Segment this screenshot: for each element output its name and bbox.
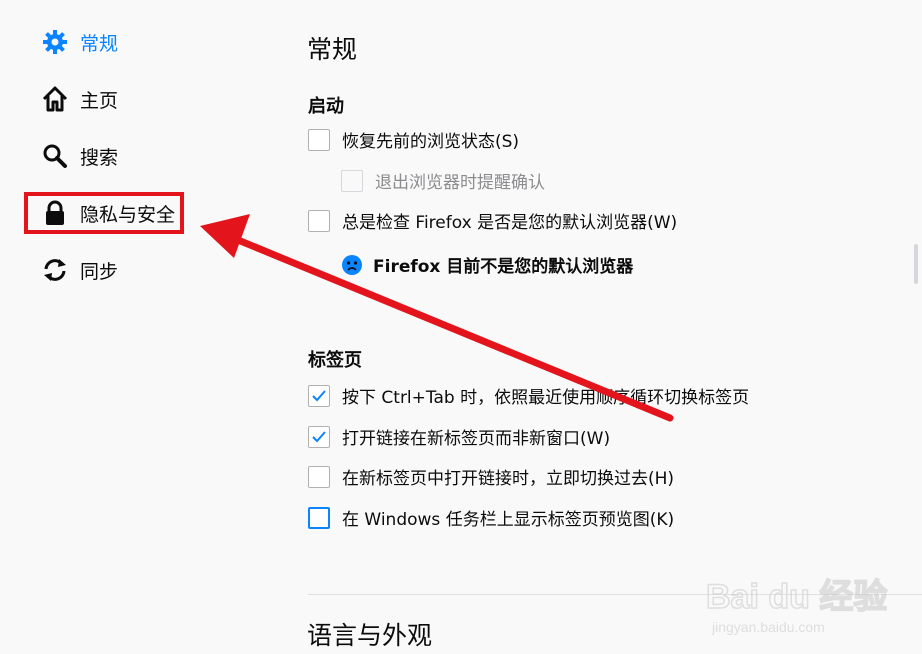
language-appearance-heading: 语言与外观 (307, 621, 433, 650)
warn-on-quit-checkbox[interactable] (341, 169, 363, 192)
sidebar-item-label: 搜索 (80, 146, 119, 169)
sidebar-item-sync[interactable]: 同步 (40, 253, 118, 287)
check-default-label: 总是检查 Firefox 是否是您的默认浏览器(W) (342, 213, 678, 233)
ctrl-tab-label: 按下 Ctrl+Tab 时，依照最近使用顺序循环切换标签页 (342, 388, 750, 408)
scrollbar-thumb[interactable] (914, 244, 918, 284)
gear-icon (40, 27, 70, 57)
sidebar-item-search[interactable]: 搜索 (40, 139, 118, 173)
sad-face-icon (341, 254, 363, 276)
tabs-heading: 标签页 (308, 350, 362, 371)
warn-on-quit-label: 退出浏览器时提醒确认 (375, 173, 545, 193)
home-icon (40, 84, 70, 114)
sidebar-item-label: 同步 (80, 260, 119, 283)
open-links-in-tabs-label: 打开链接在新标签页而非新窗口(W) (342, 429, 611, 449)
watermark-text: Bai du 经验 (706, 577, 887, 616)
warn-on-quit-option[interactable]: 退出浏览器时提醒确认 (341, 168, 545, 193)
sync-icon (40, 255, 70, 285)
sidebar-item-label: 常规 (80, 32, 119, 55)
check-default-checkbox[interactable] (308, 209, 330, 232)
default-browser-status: Firefox 目前不是您的默认浏览器 (341, 252, 633, 277)
taskbar-preview-label: 在 Windows 任务栏上显示标签页预览图(K) (342, 510, 675, 530)
sidebar: 常规 主页 搜索 隐私与安全 同步 (0, 0, 240, 654)
page-title: 常规 (307, 35, 358, 64)
taskbar-preview-option[interactable]: 在 Windows 任务栏上显示标签页预览图(K) (308, 505, 674, 530)
sidebar-item-label: 主页 (80, 89, 119, 112)
switch-to-new-tab-checkbox[interactable] (308, 465, 330, 488)
ctrl-tab-checkbox[interactable] (308, 384, 330, 407)
restore-session-option[interactable]: 恢复先前的浏览状态(S) (308, 127, 519, 152)
open-links-in-tabs-option[interactable]: 打开链接在新标签页而非新窗口(W) (308, 424, 610, 449)
baidu-watermark: Bai du 经验 jingyan.baidu.com (705, 566, 906, 646)
switch-to-new-tab-label: 在新标签页中打开链接时，立即切换过去(H) (342, 469, 675, 489)
ctrl-tab-option[interactable]: 按下 Ctrl+Tab 时，依照最近使用顺序循环切换标签页 (308, 383, 749, 408)
taskbar-preview-checkbox[interactable] (308, 506, 330, 529)
watermark-url: jingyan.baidu.com (711, 619, 825, 635)
search-icon (40, 141, 70, 171)
switch-to-new-tab-option[interactable]: 在新标签页中打开链接时，立即切换过去(H) (308, 464, 674, 489)
restore-session-label: 恢复先前的浏览状态(S) (342, 132, 520, 152)
annotation-highlight-box (24, 192, 184, 234)
sidebar-item-home[interactable]: 主页 (40, 82, 118, 116)
startup-heading: 启动 (308, 96, 344, 117)
sidebar-item-general[interactable]: 常规 (40, 25, 118, 59)
restore-session-checkbox[interactable] (308, 128, 330, 151)
default-status-text: Firefox 目前不是您的默认浏览器 (373, 257, 634, 277)
open-links-in-tabs-checkbox[interactable] (308, 425, 330, 448)
check-default-option[interactable]: 总是检查 Firefox 是否是您的默认浏览器(W) (308, 208, 677, 233)
